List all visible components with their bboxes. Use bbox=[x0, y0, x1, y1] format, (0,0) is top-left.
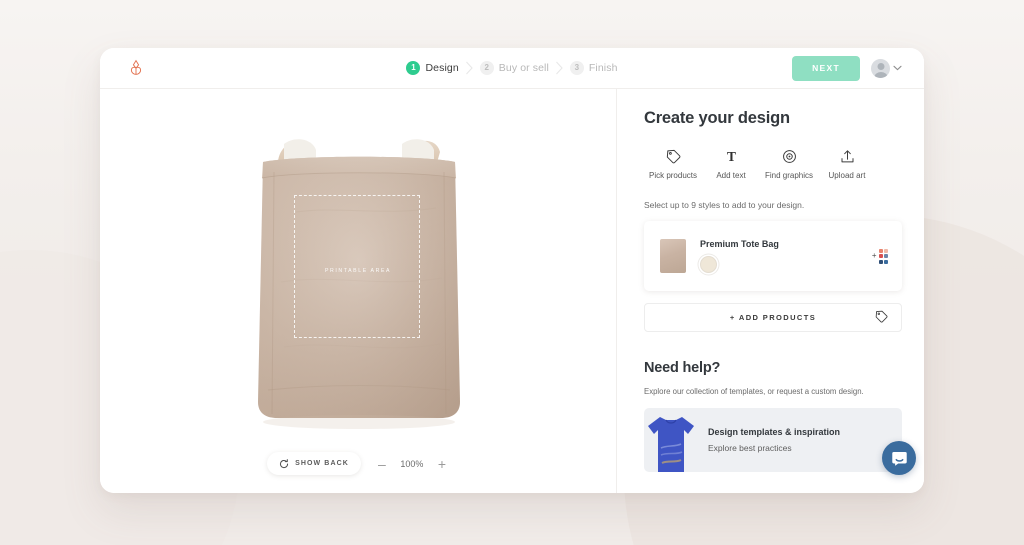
zoom-out-button[interactable]: – bbox=[375, 456, 389, 472]
color-dot bbox=[879, 249, 883, 253]
product-name: Premium Tote Bag bbox=[700, 239, 872, 249]
product-color-swatch[interactable] bbox=[700, 256, 717, 273]
step-finish-number: 3 bbox=[570, 61, 584, 75]
panel-title: Create your design bbox=[644, 109, 902, 128]
tool-pick-products[interactable]: Pick products bbox=[644, 147, 702, 180]
tag-icon bbox=[875, 310, 888, 326]
tool-upload-art[interactable]: Upload art bbox=[818, 147, 876, 180]
templates-banner[interactable]: Design templates & inspiration Explore b… bbox=[644, 408, 902, 472]
stepper: 1 Design 2 Buy or sell 3 Finish bbox=[382, 61, 642, 75]
top-bar-right: NEXT bbox=[792, 56, 902, 81]
zoom-level-value: 100% bbox=[399, 459, 425, 469]
styles-hint: Select up to 9 styles to add to your des… bbox=[644, 200, 902, 210]
user-avatar-icon bbox=[871, 59, 890, 78]
step-finish[interactable]: 3 Finish bbox=[566, 61, 622, 75]
app-window: 1 Design 2 Buy or sell 3 Finish NEXT bbox=[100, 48, 924, 493]
tool-pick-products-label: Pick products bbox=[649, 171, 697, 180]
color-dot bbox=[879, 254, 883, 258]
rotate-icon bbox=[279, 459, 289, 469]
top-bar: 1 Design 2 Buy or sell 3 Finish NEXT bbox=[100, 48, 924, 89]
canvas-toolbar: SHOW BACK – 100% + bbox=[100, 452, 616, 475]
step-buy-or-sell-label: Buy or sell bbox=[499, 62, 549, 74]
show-back-button[interactable]: SHOW BACK bbox=[267, 452, 361, 475]
banner-text: Design templates & inspiration Explore b… bbox=[708, 427, 840, 453]
zoom-in-button[interactable]: + bbox=[435, 456, 449, 472]
tool-add-text-label: Add text bbox=[716, 171, 745, 180]
tote-bag-preview[interactable]: PRINTABLE AREA bbox=[236, 122, 481, 442]
banner-title: Design templates & inspiration bbox=[708, 427, 840, 437]
need-help-title: Need help? bbox=[644, 360, 902, 376]
more-colors-button[interactable]: + bbox=[872, 249, 888, 264]
text-icon: T bbox=[724, 147, 739, 165]
chevron-down-icon bbox=[893, 65, 902, 71]
step-design-label: Design bbox=[425, 62, 458, 74]
product-thumbnail bbox=[660, 239, 686, 273]
tool-find-graphics[interactable]: Find graphics bbox=[760, 147, 818, 180]
account-menu[interactable] bbox=[871, 59, 902, 78]
show-back-label: SHOW BACK bbox=[295, 460, 349, 467]
product-info: Premium Tote Bag bbox=[700, 239, 872, 273]
step-buy-or-sell-number: 2 bbox=[480, 61, 494, 75]
tool-add-text[interactable]: T Add text bbox=[702, 147, 760, 180]
step-buy-or-sell[interactable]: 2 Buy or sell bbox=[476, 61, 553, 75]
app-body: PRINTABLE AREA SHOW BACK – 100% + bbox=[100, 89, 924, 493]
step-design[interactable]: 1 Design bbox=[402, 61, 462, 75]
more-colors-plus: + bbox=[872, 252, 877, 260]
chat-bubble-icon bbox=[890, 449, 909, 468]
zoom-controls: – 100% + bbox=[375, 456, 449, 472]
tool-find-graphics-label: Find graphics bbox=[765, 171, 813, 180]
svg-text:T: T bbox=[727, 149, 736, 164]
printable-area-guide bbox=[294, 195, 420, 338]
color-dot bbox=[884, 249, 888, 253]
step-separator-icon bbox=[555, 61, 564, 75]
color-dot-grid bbox=[879, 249, 889, 264]
add-products-label: + ADD PRODUCTS bbox=[730, 313, 816, 322]
target-icon bbox=[782, 147, 797, 165]
product-card[interactable]: Premium Tote Bag + bbox=[644, 221, 902, 291]
step-finish-label: Finish bbox=[589, 62, 618, 74]
step-design-number: 1 bbox=[406, 61, 420, 75]
design-canvas[interactable]: PRINTABLE AREA SHOW BACK – 100% + bbox=[100, 89, 617, 493]
color-dot bbox=[884, 254, 888, 258]
tool-upload-art-label: Upload art bbox=[829, 171, 866, 180]
blue-tshirt-thumbnail-icon bbox=[644, 408, 698, 472]
step-separator-icon bbox=[465, 61, 474, 75]
banner-subtitle: Explore best practices bbox=[708, 443, 840, 453]
next-button[interactable]: NEXT bbox=[792, 56, 860, 81]
tool-row: Pick products T Add text bbox=[644, 147, 902, 180]
tag-icon bbox=[666, 147, 681, 165]
chat-widget-button[interactable] bbox=[882, 441, 916, 475]
lotus-flower-logo-icon[interactable] bbox=[126, 58, 146, 78]
color-dot bbox=[879, 260, 883, 264]
upload-icon bbox=[840, 147, 855, 165]
color-dot bbox=[884, 260, 888, 264]
printable-area-label: PRINTABLE AREA bbox=[236, 268, 481, 274]
add-products-button[interactable]: + ADD PRODUCTS bbox=[644, 303, 902, 332]
side-panel: Create your design Pick products T bbox=[617, 89, 924, 493]
need-help-subtitle: Explore our collection of templates, or … bbox=[644, 387, 902, 396]
